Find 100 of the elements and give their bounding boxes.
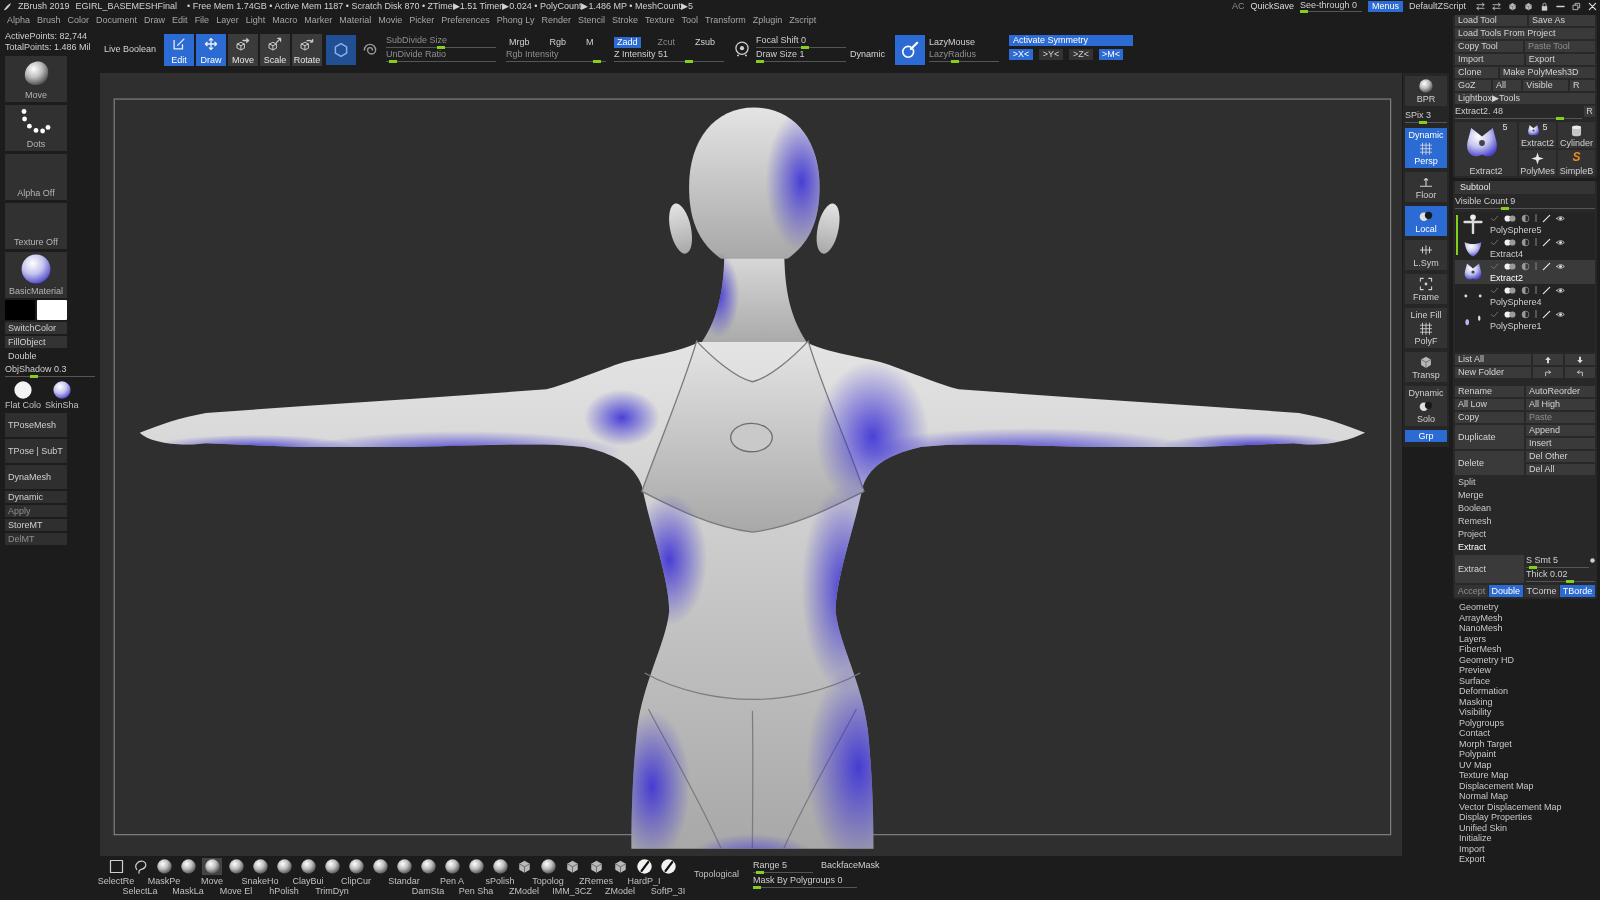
- tool-button[interactable]: R: [1570, 80, 1595, 91]
- brush-button[interactable]: [322, 858, 342, 875]
- panel-button[interactable]: FillObject: [5, 336, 67, 348]
- section-header[interactable]: Merge: [1455, 490, 1595, 501]
- slider-thumb[interactable]: [685, 60, 694, 63]
- section-header[interactable]: Split: [1455, 477, 1595, 488]
- extract-option-button[interactable]: Double: [1488, 585, 1523, 597]
- slider-track[interactable]: [386, 46, 497, 49]
- subtool-action-button[interactable]: Insert: [1526, 438, 1595, 449]
- tool-button[interactable]: All: [1492, 80, 1522, 91]
- shelf-button[interactable]: Dynamic Persp: [1405, 128, 1447, 168]
- axis-button[interactable]: >X<: [1009, 49, 1034, 60]
- brush-button[interactable]: [370, 858, 390, 875]
- list-button[interactable]: List All: [1455, 354, 1531, 365]
- panel-button[interactable]: SwitchColor: [5, 322, 67, 334]
- slider-track[interactable]: [929, 60, 1000, 63]
- slider-track[interactable]: [1455, 117, 1582, 120]
- live-boolean-button[interactable]: Live Boolean: [104, 45, 157, 54]
- cube-icon[interactable]: [1508, 2, 1517, 11]
- pen-icon[interactable]: [1542, 213, 1551, 223]
- check-icon[interactable]: [1490, 261, 1499, 271]
- slider-track[interactable]: [756, 46, 847, 49]
- sub-palette-item[interactable]: UV Map: [1459, 759, 1597, 770]
- tool-thumbnail[interactable]: 5 Extract2: [1455, 122, 1517, 176]
- slider-track[interactable]: [1526, 566, 1589, 569]
- axis-button[interactable]: >M<: [1099, 49, 1124, 60]
- toggle-icon[interactable]: [1504, 262, 1516, 270]
- half-circle-icon[interactable]: [1521, 309, 1530, 319]
- eye-icon[interactable]: [1556, 237, 1565, 247]
- lock-icon[interactable]: [1540, 2, 1549, 11]
- mode-button[interactable]: Rotate: [292, 34, 323, 66]
- list-button[interactable]: New Folder: [1455, 367, 1531, 378]
- sub-palette-item[interactable]: Polygroups: [1459, 717, 1597, 728]
- arrow-button[interactable]: [1565, 367, 1595, 378]
- backface-mask-button[interactable]: BackfaceMask: [821, 860, 880, 871]
- tool-thumbnail[interactable]: S SimpleB: [1558, 150, 1595, 176]
- quicksave-button[interactable]: QuickSave: [1250, 2, 1294, 11]
- cube-icon[interactable]: [1524, 2, 1533, 11]
- menu-item[interactable]: Texture: [645, 15, 675, 25]
- check-icon[interactable]: [1490, 285, 1499, 295]
- sub-palette-item[interactable]: Vector Displacement Map: [1459, 801, 1597, 812]
- brush-button[interactable]: [418, 858, 438, 875]
- minimize-icon[interactable]: [1556, 5, 1565, 8]
- eye-icon[interactable]: [1556, 309, 1565, 319]
- panel-button[interactable]: Dynamic: [5, 491, 67, 503]
- subtool-item[interactable]: Extract2: [1455, 260, 1595, 284]
- sub-palette-item[interactable]: Surface: [1459, 675, 1597, 686]
- hexagon-button[interactable]: [326, 35, 357, 65]
- menu-item[interactable]: Alpha: [7, 15, 31, 25]
- slider-thumb[interactable]: [801, 46, 810, 49]
- brush-button[interactable]: [538, 858, 558, 875]
- slider-track[interactable]: [5, 375, 95, 378]
- shelf-button[interactable]: Transp: [1405, 352, 1447, 382]
- subtool-action-button[interactable]: Append: [1526, 425, 1595, 436]
- tool-button[interactable]: Load Tool: [1455, 15, 1527, 26]
- mode-button[interactable]: Draw: [196, 34, 227, 66]
- symmetry-button[interactable]: Activate Symmetry: [1009, 35, 1134, 46]
- menu-item[interactable]: Transform: [705, 15, 746, 25]
- tool-button[interactable]: Lightbox▶Tools: [1455, 93, 1595, 104]
- subtool-item[interactable]: PolySphere1: [1455, 308, 1595, 332]
- axis-button[interactable]: >Y<: [1039, 49, 1064, 60]
- menu-item[interactable]: Movie: [378, 15, 403, 25]
- subtool-action-button[interactable]: All High: [1526, 399, 1595, 410]
- half-circle-icon[interactable]: [1521, 237, 1530, 247]
- arrows-icon[interactable]: [1476, 2, 1485, 11]
- slider-thumb[interactable]: [1299, 10, 1308, 13]
- subtool-action-button[interactable]: Rename: [1455, 386, 1524, 397]
- slider-thumb[interactable]: [755, 871, 764, 874]
- check-icon[interactable]: [1490, 237, 1499, 247]
- slider-track[interactable]: [753, 871, 814, 874]
- pen-icon[interactable]: [1542, 261, 1551, 271]
- color-mode-button[interactable]: M: [583, 36, 597, 48]
- brush-button[interactable]: [298, 858, 318, 875]
- brush-button[interactable]: [490, 858, 510, 875]
- section-header[interactable]: Project: [1455, 529, 1595, 540]
- sub-palette-item[interactable]: NanoMesh: [1459, 623, 1597, 634]
- lazy-mouse-button[interactable]: [895, 35, 926, 65]
- slider-track[interactable]: [756, 60, 847, 63]
- menu-item[interactable]: Picker: [409, 15, 435, 25]
- mode-button[interactable]: Edit: [164, 34, 195, 66]
- slider-track[interactable]: [1405, 121, 1447, 124]
- section-header[interactable]: Extract: [1455, 542, 1595, 553]
- toggle-icon[interactable]: [1504, 310, 1516, 318]
- sub-palette-item[interactable]: Normal Map: [1459, 791, 1597, 802]
- menu-item[interactable]: Edit: [172, 15, 188, 25]
- shelf-button[interactable]: BPR: [1405, 76, 1447, 106]
- shelf-button[interactable]: L.Sym: [1405, 240, 1447, 270]
- slider-track[interactable]: [1299, 10, 1362, 13]
- subtool-action-button[interactable]: Del Other: [1526, 451, 1595, 462]
- sculpt-mode-button[interactable]: Zsub: [692, 36, 719, 48]
- alpha-thumbnail[interactable]: Alpha Off: [5, 154, 67, 200]
- menu-item[interactable]: Material: [339, 15, 372, 25]
- material-button[interactable]: SkinSha: [45, 381, 79, 411]
- tool-button[interactable]: Copy Tool: [1455, 41, 1523, 52]
- sub-palette-item[interactable]: Export: [1459, 854, 1597, 865]
- subtool-item[interactable]: PolySphere4: [1455, 284, 1595, 308]
- brush-button[interactable]: [658, 858, 678, 875]
- subtool-item[interactable]: PolySphere5: [1455, 212, 1595, 236]
- subtool-action-button[interactable]: Del All: [1526, 464, 1595, 475]
- tool-button[interactable]: Export: [1525, 54, 1595, 65]
